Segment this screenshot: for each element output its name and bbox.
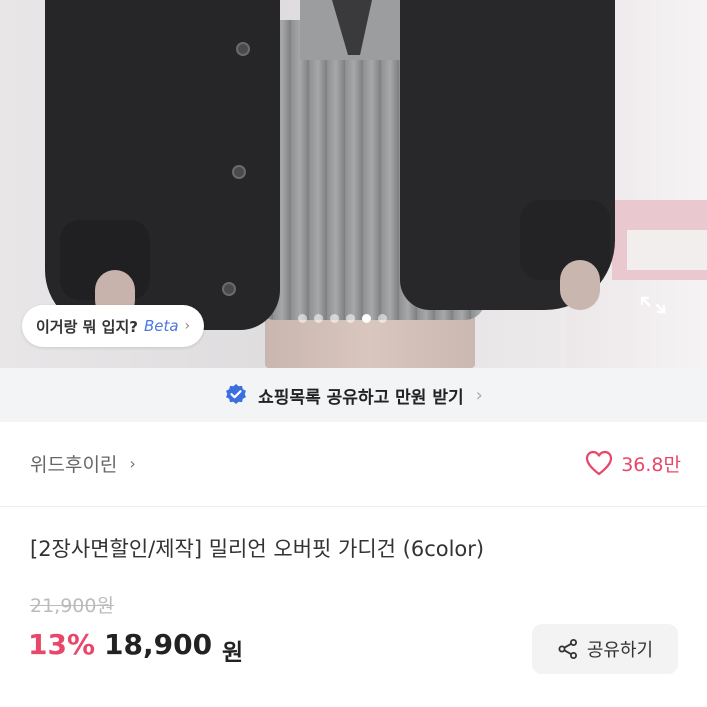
seller-link[interactable]: 위드후이린 › <box>30 446 136 480</box>
carousel-indicator[interactable] <box>298 314 387 323</box>
cardigan-button <box>236 42 250 56</box>
like-button[interactable]: 36.8만 <box>585 446 681 480</box>
outfit-suggestion-chip[interactable]: 이거랑 뭐 입지? Beta › <box>22 305 205 347</box>
verified-check-icon <box>226 384 247 404</box>
expand-icon[interactable] <box>640 296 666 314</box>
currency-unit: 원 <box>222 640 244 666</box>
divider <box>0 506 707 507</box>
promo-text: 쇼핑목록 공유하고 만원 받기 <box>258 387 464 408</box>
heart-outline-icon <box>586 450 613 476</box>
discount-rate: 13% <box>28 628 96 661</box>
carousel-dot[interactable] <box>314 314 323 323</box>
share-label: 공유하기 <box>586 640 654 661</box>
cardigan-button <box>232 165 246 179</box>
product-title: [2장사면할인/제작] 밀리언 오버핏 가디건 (6color) <box>30 537 485 561</box>
cardigan-button <box>222 282 236 296</box>
outfit-suggestion-label: 이거랑 뭐 입지? <box>36 317 138 336</box>
carousel-dot[interactable] <box>298 314 307 323</box>
carousel-dot-active[interactable] <box>362 314 371 323</box>
background-box-white <box>627 230 707 270</box>
sale-price: 18,900 <box>104 628 213 661</box>
like-count: 36.8만 <box>621 453 681 476</box>
chevron-right-icon: › <box>129 453 136 473</box>
share-button[interactable]: 공유하기 <box>532 624 678 674</box>
carousel-dot[interactable] <box>330 314 339 323</box>
chevron-right-icon: › <box>475 384 483 406</box>
product-image[interactable]: 이거랑 뭐 입지? Beta › <box>0 0 707 368</box>
seller-name: 위드후이린 <box>30 453 118 476</box>
beta-badge: Beta <box>143 317 179 335</box>
carousel-dot[interactable] <box>346 314 355 323</box>
share-promo-banner[interactable]: 쇼핑목록 공유하고 만원 받기 › <box>0 368 707 422</box>
original-price: 21,900원 <box>30 595 114 617</box>
share-icon <box>558 639 577 659</box>
carousel-dot[interactable] <box>378 314 387 323</box>
chevron-right-icon: › <box>184 318 191 334</box>
model-hand-right <box>560 260 600 310</box>
